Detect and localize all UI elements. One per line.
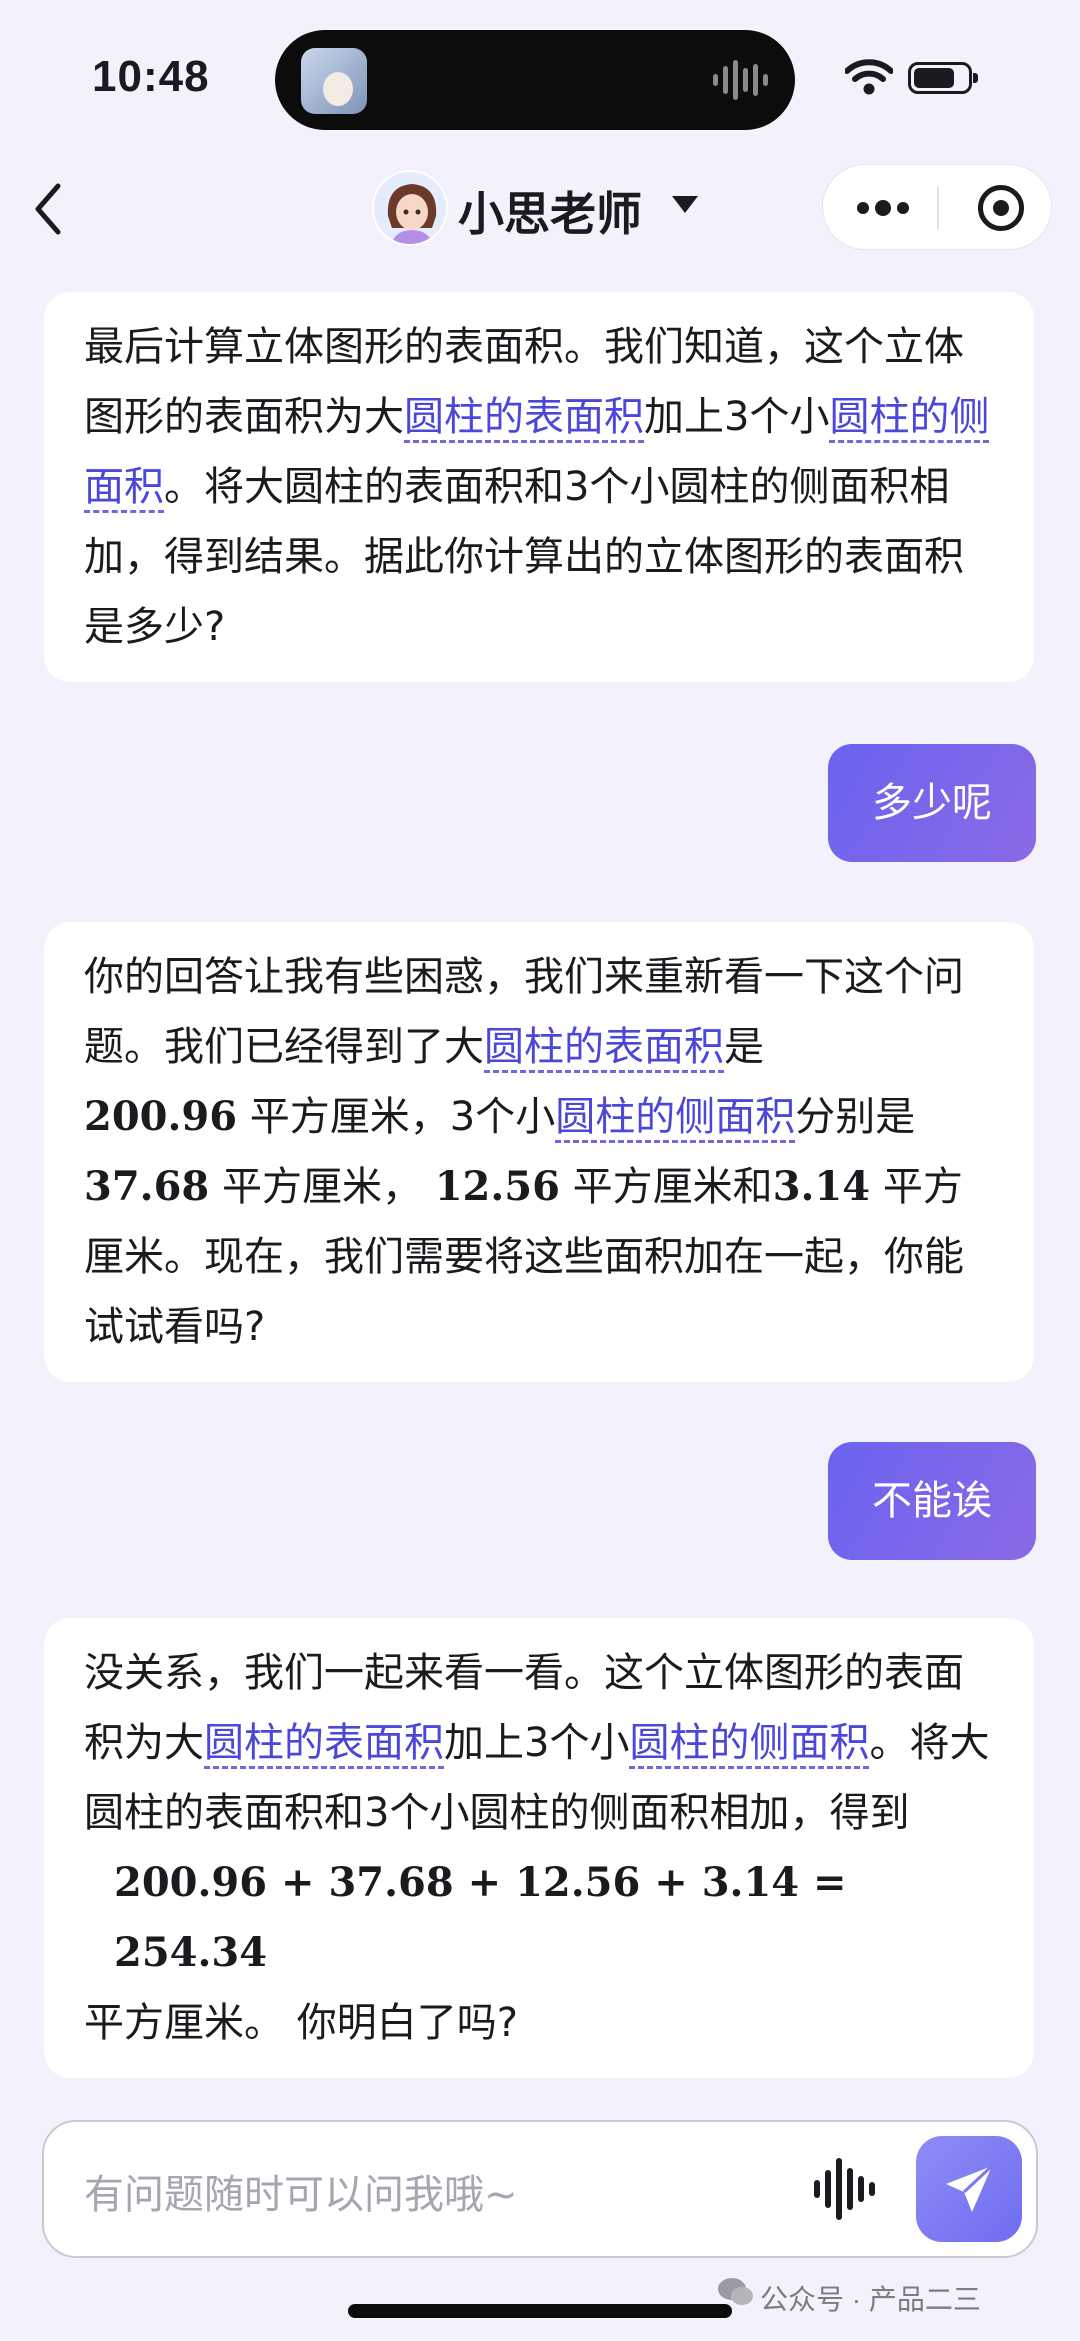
message-text: 平方厘米， (209, 1164, 422, 1210)
audio-wave-icon (713, 60, 768, 100)
battery-icon (908, 62, 978, 94)
ai-message: 你的回答让我有些困惑，我们来重新看一下这个问题。我们已经得到了大圆柱的表面积是 2… (44, 922, 1034, 1382)
teacher-avatar[interactable] (372, 170, 448, 246)
keyword-link[interactable]: 圆柱的侧面积 (555, 1094, 796, 1143)
voice-wave-icon[interactable] (814, 2158, 876, 2220)
island-live-thumbnail (301, 48, 367, 114)
message-text: 是 (724, 1024, 764, 1070)
math-equation: 200.96 + 37.68 + 12.56 + 3.14 = 254.34 (114, 1859, 847, 1976)
send-button[interactable] (916, 2136, 1022, 2242)
watermark: 公众号 · 产品二三 (718, 2278, 981, 2318)
nav-title[interactable]: 小思老师 (458, 178, 642, 244)
message-text: 加上3个小 (644, 394, 830, 440)
message-text: 平方厘米和 (559, 1164, 773, 1210)
dynamic-island[interactable] (275, 30, 795, 130)
home-indicator[interactable] (348, 2304, 732, 2318)
avatar-illustration (374, 172, 446, 244)
user-message: 多少呢 (828, 744, 1036, 862)
record-icon[interactable] (978, 185, 1024, 231)
mini-program-capsule (822, 164, 1052, 250)
keyword-link[interactable]: 圆柱的侧面积 (629, 1720, 870, 1769)
keyword-link[interactable]: 圆柱的表面积 (204, 1720, 444, 1769)
ai-message: 没关系，我们一起来看一看。这个立体图形的表面积为大圆柱的表面积加上3个小圆柱的侧… (44, 1618, 1034, 2078)
message-text: 平方厘米，3个小 (237, 1094, 556, 1140)
status-bar: 10:48 (0, 0, 1080, 150)
ai-message: 最后计算立体图形的表面积。我们知道，这个立体图形的表面积为大圆柱的表面积加上3个… (44, 292, 1034, 682)
more-dots-icon[interactable] (855, 200, 911, 216)
user-message: 不能诶 (828, 1442, 1036, 1560)
capsule-divider (937, 187, 939, 229)
watermark-text: 公众号 · 产品二三 (760, 2284, 981, 2315)
chat-input-bar[interactable]: 有问题随时可以问我哦~ (42, 2120, 1038, 2258)
message-text: 。将大圆柱的表面积和3个小圆柱的侧面积相加，得到结果。据此你计算出的立体图形的表… (84, 464, 964, 650)
keyword-link[interactable]: 圆柱的表面积 (404, 394, 644, 443)
nav-bar: 小思老师 (0, 160, 1080, 260)
message-text: 平方厘米。 你明白了吗? (84, 2000, 518, 2046)
caret-down-icon[interactable] (672, 196, 698, 213)
send-plane-icon (946, 2164, 994, 2212)
keyword-link[interactable]: 圆柱的表面积 (484, 1024, 724, 1073)
message-text: 分别是 (795, 1094, 916, 1140)
chat-input[interactable]: 有问题随时可以问我哦~ (84, 2162, 518, 2220)
math-number: 200.96 (84, 1093, 238, 1140)
status-time: 10:48 (92, 52, 210, 101)
math-number: 37.68 (84, 1163, 210, 1210)
message-text: 加上3个小 (444, 1720, 630, 1766)
math-number: 3.14 (772, 1163, 871, 1210)
math-number: 12.56 (434, 1163, 560, 1210)
wifi-icon (845, 59, 893, 95)
back-button[interactable] (18, 174, 88, 244)
